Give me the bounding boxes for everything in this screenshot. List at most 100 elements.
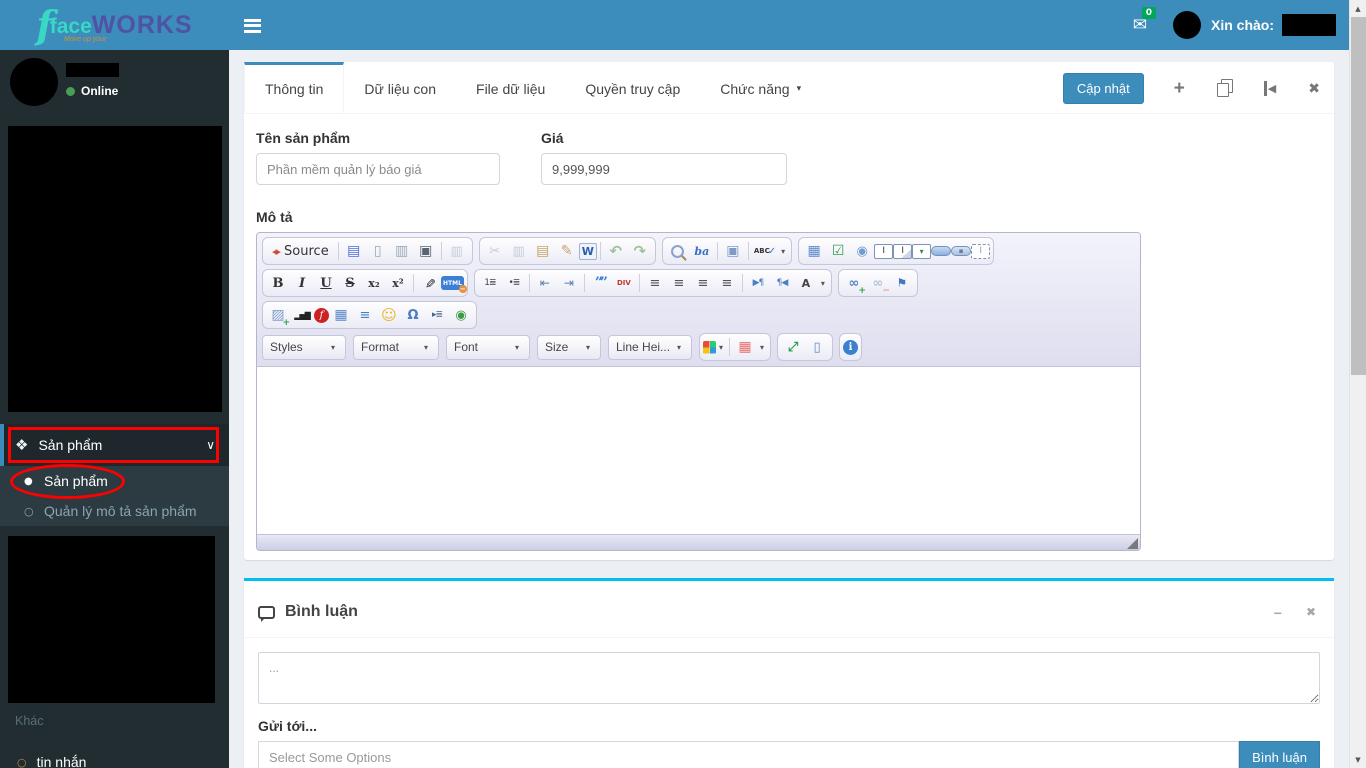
copy-formatting-icon[interactable]: ✎ bbox=[418, 271, 441, 295]
submit-comment-button[interactable]: Bình luận bbox=[1239, 741, 1320, 768]
numbered-list-icon[interactable]: 1≣ bbox=[478, 272, 502, 295]
format-select[interactable]: Format ▾ bbox=[353, 334, 439, 360]
maximize-icon[interactable]: ⤢ bbox=[781, 336, 805, 359]
messages-icon[interactable]: ✉ 0 bbox=[1133, 7, 1156, 35]
templates-icon[interactable]: ▥ bbox=[445, 240, 469, 263]
link-icon[interactable]: ∞ bbox=[842, 272, 866, 296]
about-icon[interactable]: i bbox=[843, 339, 859, 355]
horizontal-rule-icon[interactable]: ≡ bbox=[353, 304, 377, 327]
update-button[interactable]: Cập nhật bbox=[1062, 73, 1144, 104]
indent-icon[interactable]: ⇥ bbox=[557, 272, 581, 295]
div-container-icon[interactable]: DIV bbox=[612, 272, 636, 295]
copy-record-icon[interactable] bbox=[1216, 78, 1233, 97]
textarea-icon[interactable]: I bbox=[893, 243, 913, 259]
bidi-ltr-icon[interactable]: ▶¶ bbox=[746, 272, 770, 295]
resize-handle-icon[interactable] bbox=[1127, 538, 1138, 549]
subscript-icon[interactable]: x₂ bbox=[362, 272, 386, 295]
styles-select[interactable]: Styles ▾ bbox=[262, 334, 346, 360]
align-left-icon[interactable]: ≡ bbox=[643, 272, 667, 295]
underline-icon[interactable]: U bbox=[314, 272, 338, 295]
new-page-icon[interactable]: ▯ bbox=[366, 240, 390, 263]
spellcheck-icon[interactable]: ABC bbox=[752, 240, 778, 263]
align-justify-icon[interactable]: ≡ bbox=[715, 272, 739, 295]
print-icon[interactable]: ▣ bbox=[414, 240, 438, 263]
scroll-up-icon[interactable]: ▲ bbox=[1350, 0, 1366, 17]
paste-word-icon[interactable]: W bbox=[578, 242, 597, 260]
image-icon[interactable]: ▨ bbox=[266, 304, 290, 328]
step-backward-icon[interactable]: ◀ bbox=[1263, 81, 1276, 96]
preview-icon[interactable]: ▥ bbox=[390, 240, 414, 263]
price-input[interactable] bbox=[541, 153, 787, 185]
close-icon[interactable]: ✖ bbox=[1308, 81, 1320, 97]
collapse-icon[interactable]: − bbox=[1274, 605, 1282, 621]
hidden-field-icon[interactable]: I bbox=[971, 243, 991, 259]
tab-file-du-lieu[interactable]: File dữ liệu bbox=[456, 62, 565, 113]
bg-color-icon[interactable]: ▦ bbox=[733, 336, 757, 359]
avatar[interactable] bbox=[1172, 11, 1201, 39]
text-color-icon[interactable] bbox=[703, 340, 716, 354]
submenu-item-quan-ly-mo-ta[interactable]: ○ Quản lý mô tả sản phẩm bbox=[0, 496, 229, 526]
submenu-item-san-pham[interactable]: ● Sản phẩm bbox=[0, 466, 229, 496]
cut-icon[interactable]: ✂ bbox=[483, 240, 507, 263]
sidebar-item-san-pham[interactable]: ❖ Sản phẩm ∨ bbox=[0, 424, 229, 466]
save-icon[interactable]: ▤ bbox=[342, 240, 366, 263]
superscript-icon[interactable]: x² bbox=[386, 272, 410, 295]
remove-format-icon[interactable]: HTML bbox=[441, 276, 467, 293]
special-char-icon[interactable]: Ω bbox=[401, 304, 425, 327]
page-break-icon[interactable]: ▸≣ bbox=[425, 304, 449, 327]
size-select[interactable]: Size ▾ bbox=[537, 334, 601, 360]
flash-icon[interactable]: f bbox=[314, 307, 329, 323]
line-height-select[interactable]: Line Hei... ▾ bbox=[608, 334, 692, 360]
bulleted-list-icon[interactable]: •≣ bbox=[502, 272, 526, 295]
text-field-icon[interactable]: I bbox=[874, 243, 894, 259]
scrollbar-thumb[interactable] bbox=[1351, 17, 1366, 375]
form-icon[interactable]: ▦ bbox=[802, 240, 826, 263]
font-select[interactable]: Font ▾ bbox=[446, 334, 530, 360]
sidebar-toggle-icon[interactable] bbox=[244, 16, 268, 35]
table-icon[interactable]: ▦ bbox=[329, 304, 353, 327]
editor-content-area[interactable] bbox=[257, 367, 1140, 534]
source-button[interactable]: ◂▸ Source bbox=[266, 240, 335, 263]
undo-icon[interactable]: ↶ bbox=[604, 240, 628, 263]
scroll-down-icon[interactable]: ▼ bbox=[1350, 751, 1366, 768]
bidi-rtl-icon[interactable]: ¶◀ bbox=[770, 272, 794, 295]
blockquote-icon[interactable]: ”” bbox=[588, 272, 612, 295]
anchor-icon[interactable]: ⚑ bbox=[890, 272, 914, 295]
find-icon[interactable] bbox=[666, 240, 690, 263]
unlink-icon[interactable]: ∞ bbox=[866, 272, 890, 296]
add-record-icon[interactable]: + bbox=[1174, 78, 1185, 100]
radio-icon[interactable]: ◉ bbox=[850, 240, 874, 263]
tab-chuc-nang[interactable]: Chức năng ▾ bbox=[700, 62, 821, 113]
align-right-icon[interactable]: ≡ bbox=[691, 272, 715, 295]
product-name-input[interactable] bbox=[256, 153, 500, 185]
brand-logo[interactable]: f face WORKS Move up your bbox=[0, 0, 229, 50]
comment-message-input[interactable] bbox=[258, 652, 1320, 704]
tab-thong-tin[interactable]: Thông tin bbox=[244, 62, 345, 113]
recipient-select-input[interactable] bbox=[258, 741, 1240, 768]
outdent-icon[interactable]: ⇤ bbox=[533, 272, 557, 295]
align-center-icon[interactable]: ≡ bbox=[667, 272, 691, 295]
tab-quyen-truy-cap[interactable]: Quyền truy cập bbox=[565, 62, 700, 113]
paste-text-icon[interactable]: ✎ bbox=[555, 240, 579, 263]
close-icon[interactable]: ✖ bbox=[1306, 605, 1316, 621]
tab-du-lieu-con[interactable]: Dữ liệu con bbox=[344, 62, 456, 113]
replace-icon[interactable]: ba bbox=[690, 240, 714, 263]
redo-icon[interactable]: ↷ bbox=[628, 240, 652, 263]
image-button-icon[interactable] bbox=[951, 246, 972, 256]
sidebar-item-tin-nhan[interactable]: ○ tin nhắn bbox=[0, 744, 229, 768]
show-blocks-icon[interactable]: ▯ bbox=[805, 336, 829, 359]
bold-icon[interactable]: B bbox=[266, 272, 290, 295]
language-icon[interactable]: A bbox=[794, 272, 818, 295]
page-scrollbar[interactable]: ▲ ▼ bbox=[1349, 0, 1366, 768]
user-avatar[interactable] bbox=[10, 58, 58, 106]
strikethrough-icon[interactable]: S bbox=[338, 272, 362, 295]
button-field-icon[interactable] bbox=[931, 246, 952, 256]
select-all-icon[interactable]: ▣ bbox=[721, 240, 745, 263]
smiley-icon[interactable]: ☺ bbox=[377, 304, 401, 327]
paste-icon[interactable]: ▤ bbox=[531, 240, 555, 263]
iframe-icon[interactable]: ◉ bbox=[449, 304, 473, 327]
italic-icon[interactable]: I bbox=[290, 272, 314, 295]
chart-icon[interactable]: ▂▅▇ bbox=[290, 304, 314, 327]
select-field-icon[interactable]: ▾ bbox=[912, 243, 932, 259]
checkbox-icon[interactable]: ☑ bbox=[826, 240, 850, 263]
